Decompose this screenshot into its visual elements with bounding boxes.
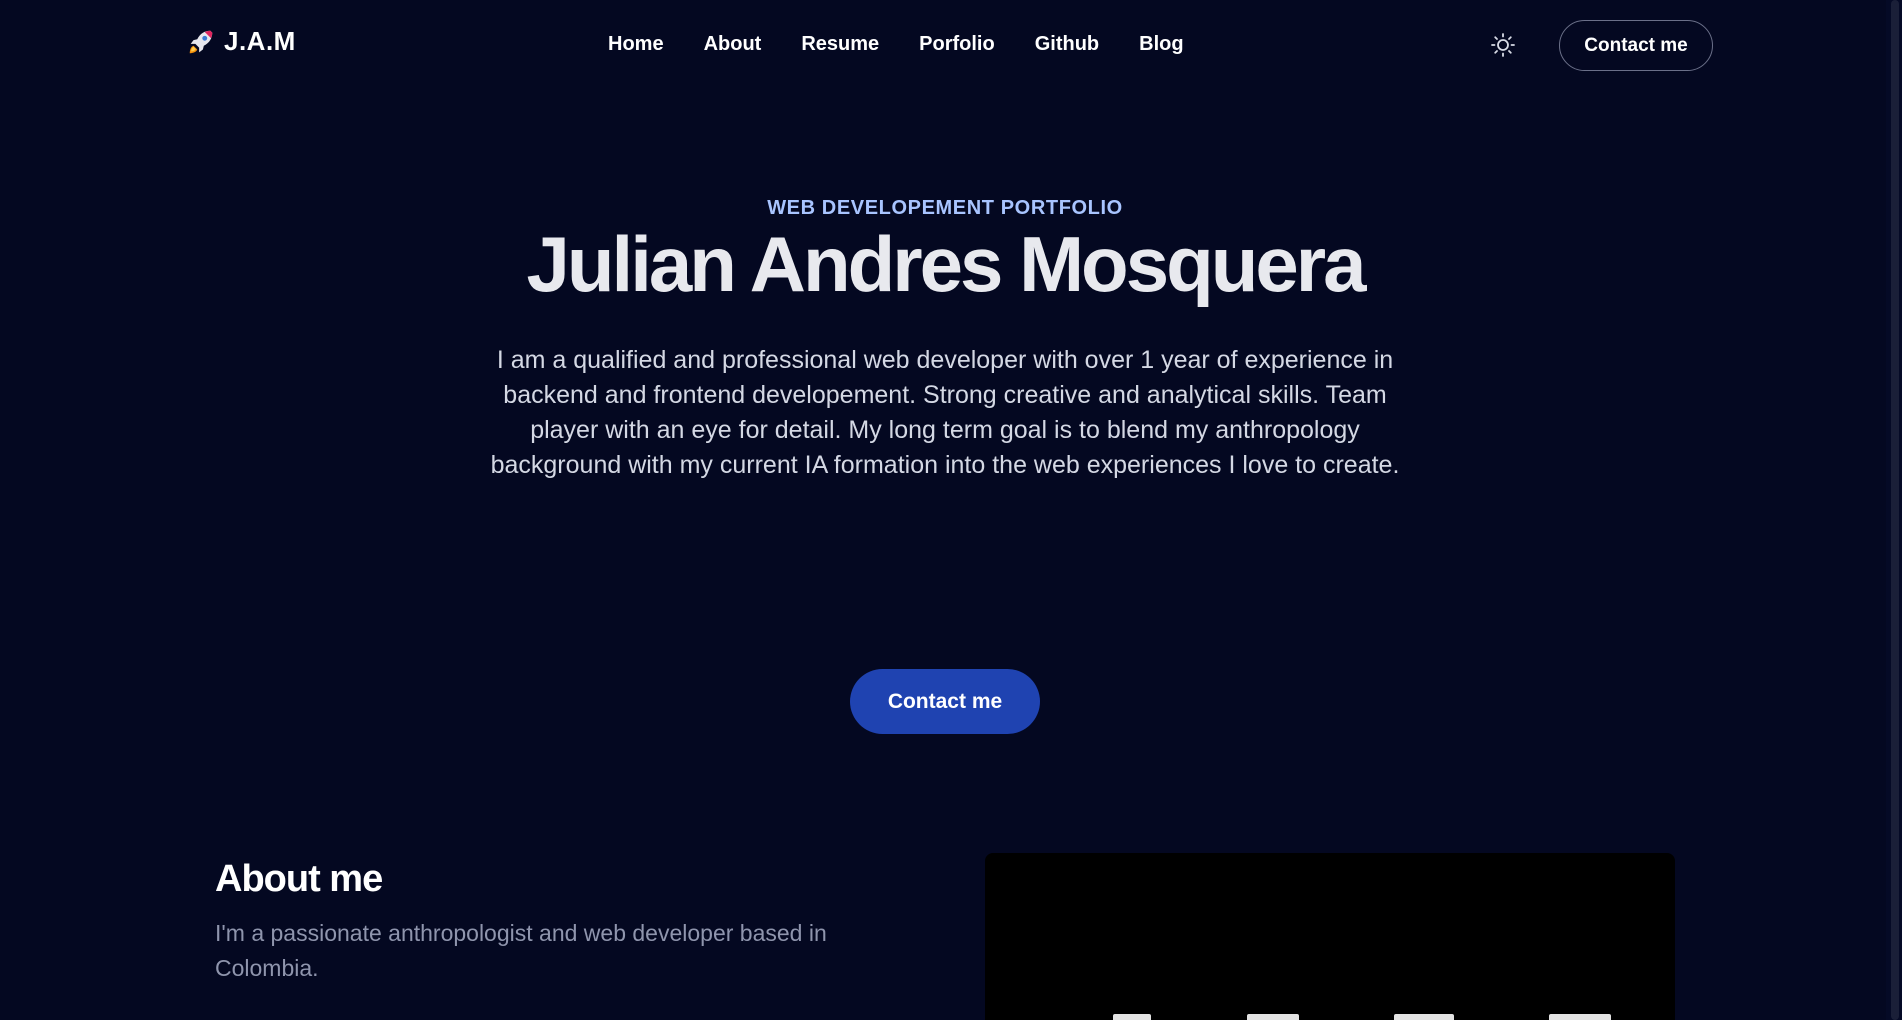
scrollbar-thumb[interactable] xyxy=(1891,0,1899,1020)
portfolio-page: J.A.M Home About Resume Porfolio Github … xyxy=(0,0,1902,1020)
nav-link-github[interactable]: Github xyxy=(1035,33,1099,56)
nav-link-home[interactable]: Home xyxy=(608,33,664,56)
media-element xyxy=(1113,1014,1151,1020)
nav-link-porfolio[interactable]: Porfolio xyxy=(919,33,995,56)
nav-link-resume[interactable]: Resume xyxy=(801,33,879,56)
sun-icon[interactable] xyxy=(1490,32,1516,58)
about-title: About me xyxy=(215,858,383,900)
hero-description: I am a qualified and professional web de… xyxy=(490,346,1400,479)
page-scrollbar[interactable] xyxy=(1886,0,1902,1020)
nav-link-about[interactable]: About xyxy=(704,33,762,56)
header-contact-button[interactable]: Contact me xyxy=(1559,20,1713,71)
about-media xyxy=(985,853,1675,1020)
hero-contact-button[interactable]: Contact me xyxy=(850,669,1040,734)
hero-eyebrow: WEB DEVELOPEMENT PORTFOLIO xyxy=(767,197,1123,219)
media-element xyxy=(1394,1014,1454,1020)
brand-logo-link[interactable]: J.A.M xyxy=(186,26,296,57)
hero-title: Julian Andres Mosquera xyxy=(526,220,1367,308)
media-element xyxy=(1549,1014,1611,1020)
about-description: I'm a passionate anthropologist and web … xyxy=(215,920,827,981)
main-nav-links: Home About Resume Porfolio Github Blog xyxy=(608,33,1184,56)
media-element xyxy=(1247,1014,1299,1020)
rocket-icon xyxy=(189,30,213,53)
brand-name: J.A.M xyxy=(224,26,296,56)
site-header: J.A.M Home About Resume Porfolio Github … xyxy=(0,0,1886,90)
nav-link-blog[interactable]: Blog xyxy=(1139,33,1183,56)
